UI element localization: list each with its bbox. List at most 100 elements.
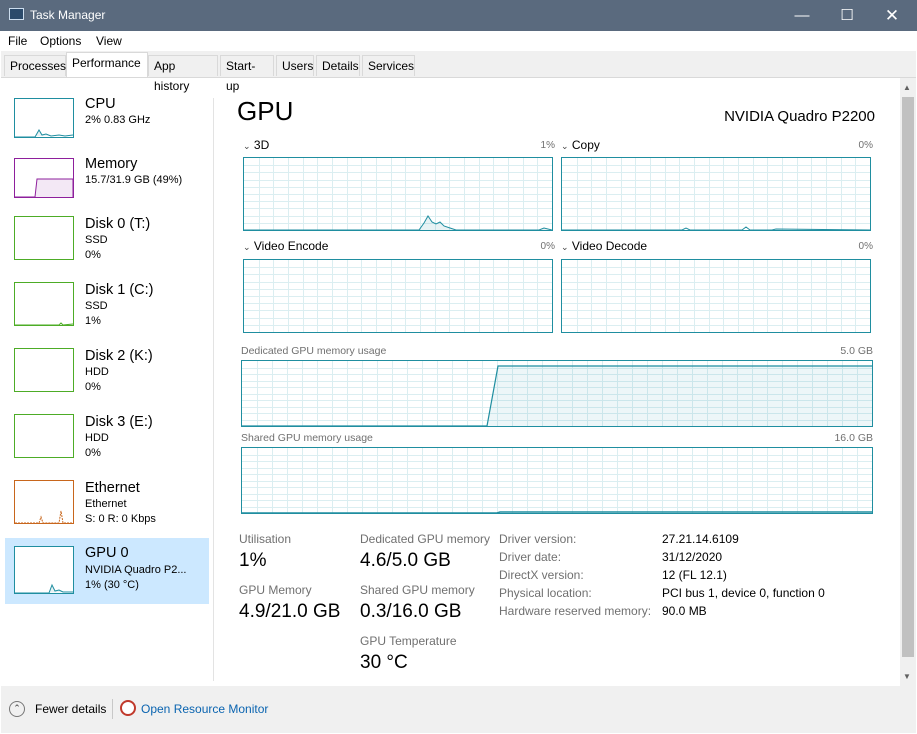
disk-3-thumbnail-graph: [14, 414, 74, 458]
gpu-memory-label: GPU Memory: [239, 583, 312, 597]
sidebar-name: Disk 1 (C:): [85, 282, 154, 298]
title-bar[interactable]: Task Manager — ☐ ✕: [0, 0, 917, 31]
engine-percent: 0%: [540, 241, 555, 252]
shared-memory-max: 16.0 GB: [834, 432, 873, 444]
info-key: Driver version:: [499, 532, 577, 546]
cpu-thumbnail-graph: [14, 98, 74, 138]
tab-app-history[interactable]: App history: [148, 55, 218, 93]
engine-percent: 1%: [540, 140, 555, 151]
sidebar-adapter: Ethernet: [85, 498, 127, 510]
resource-monitor-icon: [120, 700, 136, 716]
chevron-down-icon: ⌄: [243, 242, 251, 252]
sidebar-name: Disk 0 (T:): [85, 216, 151, 232]
dedicated-memory-max: 5.0 GB: [840, 345, 873, 357]
graph-gridlines: [562, 158, 870, 230]
dedicated-gpu-memory-label: Dedicated GPU memory: [360, 532, 491, 546]
graph-gridlines: [562, 260, 870, 332]
engine-3d-graph: [243, 157, 553, 231]
tab-services[interactable]: Services: [362, 55, 415, 76]
sidebar-name: Disk 3 (E:): [85, 414, 153, 430]
sidebar-detail: 15.7/31.9 GB (49%): [85, 174, 183, 186]
tab-strip: Processes Performance App history Start-…: [1, 51, 916, 93]
info-value: 31/12/2020: [662, 550, 723, 564]
dedicated-memory-graph: [241, 360, 873, 427]
scroll-up-arrow-icon[interactable]: ▲: [903, 83, 911, 92]
gpu-temperature-label: GPU Temperature: [360, 634, 457, 648]
tab-users[interactable]: Users: [276, 55, 314, 76]
engine-video-decode-graph: [561, 259, 871, 333]
dedicated-gpu-memory-value: 4.6/5.0 GB: [360, 550, 451, 571]
info-key: Driver date:: [499, 550, 562, 564]
sidebar-detail: 2% 0.83 GHz: [85, 114, 151, 126]
utilisation-label: Utilisation: [239, 532, 292, 546]
dedicated-memory-graph-label: Dedicated GPU memory usage: [241, 345, 387, 357]
sidebar-item-cpu[interactable]: CPU 2% 0.83 GHz: [5, 92, 209, 154]
disk-2-thumbnail-graph: [14, 348, 74, 392]
engine-video-decode-dropdown[interactable]: ⌄ Video Decode: [561, 239, 647, 253]
tab-processes[interactable]: Processes: [4, 55, 66, 76]
scrollbar-thumb[interactable]: [902, 97, 914, 657]
engine-copy-line: [562, 226, 870, 230]
sidebar-name: CPU: [85, 96, 116, 112]
fewer-details-chevron-icon[interactable]: ⌃: [9, 701, 25, 717]
sidebar-item-gpu-0[interactable]: GPU 0 NVIDIA Quadro P2... 1% (30 °C): [5, 538, 209, 604]
window-title: Task Manager: [30, 8, 106, 22]
engine-copy-graph: [561, 157, 871, 231]
ethernet-thumb-line: [15, 510, 73, 523]
shared-gpu-memory-label: Shared GPU memory: [360, 583, 475, 597]
sidebar-usage: 1%: [85, 315, 101, 327]
sidebar-item-disk-1[interactable]: Disk 1 (C:) SSD 1%: [5, 278, 209, 340]
menu-bar: File Options View: [1, 31, 916, 51]
engine-percent: 0%: [858, 140, 873, 151]
scroll-down-arrow-icon[interactable]: ▼: [903, 672, 911, 681]
menu-file[interactable]: File: [8, 34, 27, 48]
task-manager-icon: [9, 8, 24, 20]
memory-thumbnail-graph: [14, 158, 74, 198]
close-button[interactable]: ✕: [869, 0, 915, 31]
gpu-memory-value: 4.9/21.0 GB: [239, 601, 341, 622]
sidebar-item-disk-0[interactable]: Disk 0 (T:) SSD 0%: [5, 212, 209, 274]
memory-thumb-line: [15, 178, 73, 197]
sidebar-gpu-model: NVIDIA Quadro P2...: [85, 564, 187, 576]
engine-label: 3D: [253, 138, 270, 152]
sidebar-usage: 0%: [85, 249, 101, 261]
fewer-details-link[interactable]: Fewer details: [35, 702, 106, 716]
engine-video-encode-dropdown[interactable]: ⌄ Video Encode: [243, 239, 328, 253]
sidebar-item-ethernet[interactable]: Ethernet Ethernet S: 0 R: 0 Kbps: [5, 476, 209, 538]
engine-video-encode-graph: [243, 259, 553, 333]
cpu-thumb-line: [15, 129, 73, 137]
gpu-0-thumbnail-graph: [14, 546, 74, 594]
graph-gridlines: [242, 448, 872, 513]
tab-start-up[interactable]: Start-up: [220, 55, 274, 93]
sidebar-type: HDD: [85, 432, 109, 444]
info-value: 12 (FL 12.1): [662, 568, 727, 582]
info-value: 27.21.14.6109: [662, 532, 739, 546]
engine-3d-dropdown[interactable]: ⌄ 3D: [243, 138, 269, 152]
info-value: PCI bus 1, device 0, function 0: [662, 586, 825, 600]
divider: [112, 699, 113, 719]
chevron-down-icon: ⌄: [561, 242, 569, 252]
menu-options[interactable]: Options: [40, 34, 81, 48]
shared-memory-graph-label: Shared GPU memory usage: [241, 432, 373, 444]
disk-1-thumb-line: [15, 322, 73, 325]
maximize-button[interactable]: ☐: [824, 0, 870, 31]
panel-divider: [213, 98, 214, 681]
tab-performance[interactable]: Performance: [66, 52, 148, 77]
open-resource-monitor-link[interactable]: Open Resource Monitor: [141, 702, 268, 716]
chevron-down-icon: ⌄: [561, 141, 569, 151]
tab-details[interactable]: Details: [316, 55, 360, 76]
info-key: Physical location:: [499, 586, 592, 600]
disk-1-thumbnail-graph: [14, 282, 74, 326]
engine-copy-dropdown[interactable]: ⌄ Copy: [561, 138, 600, 152]
menu-view[interactable]: View: [96, 34, 122, 48]
graph-gridlines: [244, 260, 552, 332]
bottom-bar: ⌃ Fewer details Open Resource Monitor: [1, 686, 916, 733]
sidebar-item-memory[interactable]: Memory 15.7/31.9 GB (49%): [5, 152, 209, 214]
sidebar-item-disk-3[interactable]: Disk 3 (E:) HDD 0%: [5, 410, 209, 472]
disk-0-thumbnail-graph: [14, 216, 74, 260]
sidebar-type: HDD: [85, 366, 109, 378]
sidebar-item-disk-2[interactable]: Disk 2 (K:) HDD 0%: [5, 344, 209, 406]
ethernet-thumbnail-graph: [14, 480, 74, 524]
minimize-button[interactable]: —: [779, 0, 825, 31]
info-key: DirectX version:: [499, 568, 584, 582]
